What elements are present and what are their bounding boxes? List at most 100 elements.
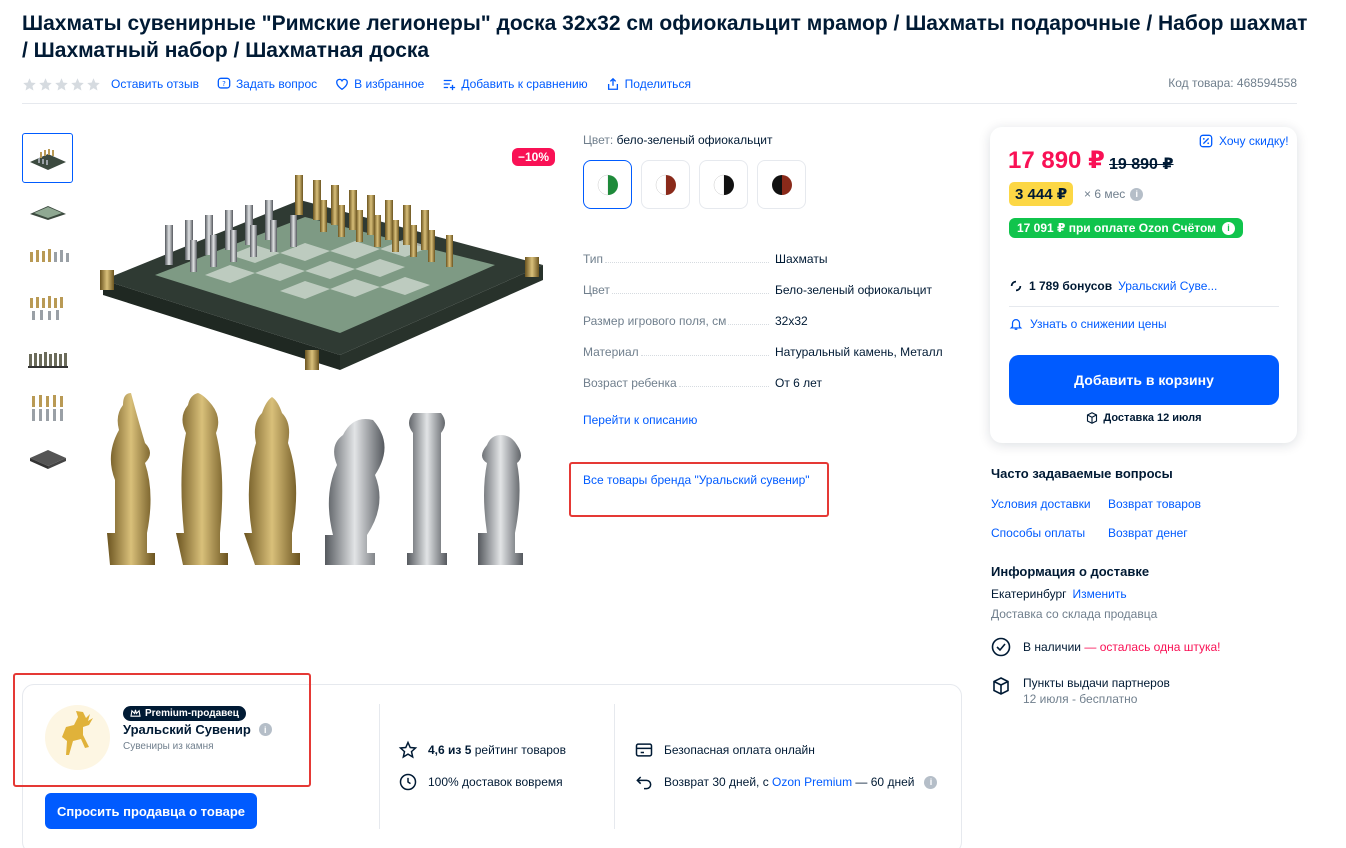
divider	[22, 103, 1297, 104]
delivery-date-label: Доставка 12 июля	[1103, 412, 1202, 424]
star-icon	[55, 77, 68, 90]
color-swatch[interactable]	[699, 160, 748, 209]
info-icon[interactable]: i	[1130, 187, 1144, 201]
seller-rating: 4,6 из 5 рейтинг товаров	[398, 740, 566, 760]
installment-price[interactable]: 3 444 ₽	[1009, 182, 1074, 206]
ozon-premium-link[interactable]: Ozon Premium	[772, 775, 852, 789]
chess-pieces-thumbnail-icon	[29, 296, 63, 320]
spec-row: Цвет Бело-зеленый офиокальцит	[583, 283, 953, 314]
price-drop-notify-link[interactable]: Узнать о снижении цены	[1009, 317, 1167, 331]
ontime-label: 100% доставок вовремя	[428, 775, 563, 789]
star-outline-icon	[398, 740, 418, 759]
premium-seller-badge: Premium-продавец	[123, 706, 246, 721]
spec-key: Цвет	[583, 283, 610, 297]
discount-badge: −10%	[512, 148, 556, 166]
question-link[interactable]: ? Задать вопрос	[217, 77, 317, 91]
ozon-account-price[interactable]: 17 091 ₽ при оплате Ozon Счётом i	[1009, 218, 1244, 238]
seller-ontime: 100% доставок вовремя	[398, 772, 563, 792]
color-circle-icon	[713, 174, 734, 195]
box-icon	[993, 677, 1009, 695]
brand-products-link[interactable]: Все товары бренда "Уральский сувенир"	[583, 473, 810, 487]
faq-link[interactable]: Возврат товаров	[1108, 497, 1201, 511]
color-label: Цвет: бело-зеленый офиокальцит	[583, 133, 772, 147]
review-label: Оставить отзыв	[111, 77, 199, 91]
spec-row: Материал Натуральный камень, Металл	[583, 345, 953, 376]
color-swatch[interactable]	[583, 160, 632, 209]
color-swatch[interactable]	[641, 160, 690, 209]
product-code: Код товара: 468594558	[1168, 76, 1297, 90]
thumbnail[interactable]	[22, 333, 73, 383]
delivery-info-title: Информация о доставке	[991, 564, 1150, 579]
color-swatch[interactable]	[757, 160, 806, 209]
color-swatches	[583, 160, 806, 209]
spec-value: Бело-зеленый офиокальцит	[775, 283, 933, 297]
pickup-sub: 12 июля - бесплатно	[1023, 692, 1138, 706]
compare-link[interactable]: Добавить к сравнению	[442, 77, 588, 91]
info-icon[interactable]: i	[924, 775, 938, 789]
thumbnail[interactable]	[22, 433, 73, 483]
faq-link[interactable]: Возврат денег	[1108, 526, 1188, 540]
spec-value: От 6 лет	[775, 376, 822, 390]
star-icon	[71, 77, 84, 90]
faq-link[interactable]: Условия доставки	[991, 497, 1091, 511]
info-icon[interactable]: i	[258, 723, 272, 736]
review-link[interactable]: Оставить отзыв	[111, 77, 199, 91]
spec-row: Тип Шахматы	[583, 252, 953, 283]
chess-pieces-thumbnail-icon	[31, 395, 63, 421]
want-discount-label: Хочу скидку!	[1219, 134, 1289, 148]
seller-avatar[interactable]	[45, 705, 110, 770]
card-icon	[635, 743, 653, 757]
thumbnail[interactable]	[22, 183, 73, 233]
stock-label: В наличии	[1023, 640, 1082, 654]
share-label: Поделиться	[624, 77, 691, 91]
product-title: Шахматы сувенирные "Римские легионеры" д…	[22, 12, 1308, 62]
rating-stars[interactable]	[22, 77, 101, 92]
seller-name[interactable]: Уральский Сувенир	[123, 722, 251, 737]
svg-text:?: ?	[222, 80, 226, 88]
go-to-description-link[interactable]: Перейти к описанию	[583, 413, 697, 427]
city-name: Екатеринбург	[991, 587, 1067, 601]
box-icon	[1087, 412, 1098, 424]
thumbnail[interactable]	[22, 383, 73, 433]
price-drop-notify-label: Узнать о снижении цены	[1030, 317, 1167, 331]
ozon-account-label: 17 091 ₽ при оплате Ozon Счётом	[1017, 221, 1217, 235]
heart-icon	[336, 78, 349, 91]
add-to-cart-button[interactable]: Добавить в корзину	[1009, 355, 1279, 405]
check-circle-icon	[991, 637, 1011, 657]
pickup-points: Пункты выдачи партнеров 12 июля - беспла…	[991, 676, 1170, 706]
thumbnail[interactable]	[22, 283, 73, 333]
change-city-link[interactable]: Изменить	[1073, 587, 1127, 601]
thumbnail-list	[22, 133, 73, 483]
bonus-seller-link[interactable]: Уральский Суве...	[1118, 279, 1217, 293]
highlight-box	[569, 462, 829, 517]
chess-pieces-thumbnail-icon	[27, 352, 68, 368]
chess-board-thumbnail-icon	[29, 206, 66, 220]
deer-logo-icon	[61, 710, 93, 755]
premium-badge-label: Premium-продавец	[145, 708, 239, 719]
faq-link[interactable]: Способы оплаты	[991, 526, 1085, 540]
color-label-value: бело-зеленый офиокальцит	[616, 133, 773, 147]
share-link[interactable]: Поделиться	[606, 77, 691, 91]
seller-name-row: Уральский Сувенир i	[123, 722, 272, 737]
question-icon: ?	[217, 77, 231, 89]
divider	[379, 704, 380, 829]
star-icon	[23, 77, 36, 90]
want-discount-link[interactable]: Хочу скидку!	[1199, 134, 1289, 148]
product-main-image[interactable]	[95, 145, 560, 585]
pickup-label: Пункты выдачи партнеров	[1023, 676, 1170, 690]
favorite-label: В избранное	[354, 77, 425, 91]
info-icon[interactable]: i	[1222, 221, 1236, 235]
favorite-link[interactable]: В избранное	[335, 77, 424, 91]
spec-value: Натуральный камень, Металл	[775, 345, 943, 359]
spec-row: Возраст ребенка От 6 лет	[583, 376, 953, 407]
installment-term: × 6 мес i	[1084, 187, 1144, 201]
thumbnail[interactable]	[22, 233, 73, 283]
star-icon	[87, 77, 100, 90]
current-price: 17 890 ₽	[1008, 147, 1105, 174]
ask-seller-button[interactable]: Спросить продавца о товаре	[45, 793, 257, 829]
thumbnail[interactable]	[22, 133, 73, 183]
share-icon	[607, 77, 618, 90]
return-prefix: Возврат 30 дней, с	[664, 775, 769, 789]
stock-status: В наличии — осталась одна штука!	[991, 637, 1221, 657]
installment-term-label: × 6 мес	[1084, 187, 1126, 201]
